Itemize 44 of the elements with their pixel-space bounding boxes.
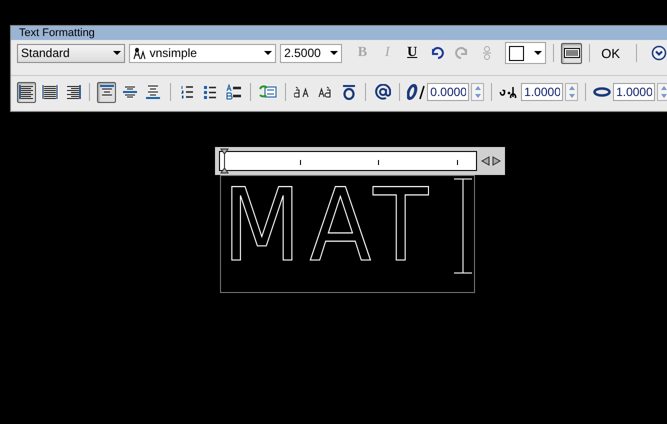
lettered-list-icon (226, 84, 242, 100)
overline-icon (342, 84, 356, 100)
spinner-button[interactable] (657, 83, 667, 101)
symbol-icon (374, 84, 391, 100)
spinner-button[interactable] (471, 83, 484, 101)
font-dropdown[interactable]: vnsimple (128, 44, 276, 62)
indent-marker-icon[interactable] (220, 148, 229, 174)
oblique-angle-icon (407, 84, 426, 100)
ruler[interactable] (219, 151, 477, 171)
width-factor-field[interactable]: 1.0000 (613, 83, 656, 101)
ok-button[interactable]: OK (597, 46, 624, 60)
stack-icon (482, 45, 492, 61)
drawing-text: MAT (223, 176, 438, 277)
resize-arrows-icon[interactable] (480, 156, 502, 166)
lettered-list-button[interactable] (224, 82, 244, 102)
undo-icon (430, 47, 444, 59)
vertical-align-icon (145, 85, 162, 99)
align-icon (18, 85, 35, 99)
align-icon (42, 85, 58, 99)
text-height-dropdown[interactable]: 2.5000 (280, 44, 342, 62)
align-icon (64, 85, 81, 99)
ruler-button[interactable] (561, 42, 582, 64)
color-dropdown[interactable] (505, 42, 546, 64)
redo-icon (455, 47, 470, 59)
symbol-button[interactable] (373, 82, 392, 102)
style-dropdown[interactable]: Standard (17, 44, 125, 62)
window-title: Text Formatting (11, 26, 667, 40)
tracking-field[interactable]: 1.0000 (521, 83, 564, 101)
bullets-icon (203, 85, 218, 99)
align-button[interactable] (17, 82, 36, 102)
underline-button[interactable]: U (402, 42, 423, 64)
oblique-angle-field[interactable]: 0.0000 (427, 83, 470, 101)
spinner-button[interactable] (565, 83, 578, 101)
width-factor-icon (593, 87, 612, 97)
vertical-align-button[interactable] (97, 82, 116, 102)
uppercase-icon (294, 86, 310, 98)
insert-field-icon (258, 85, 277, 99)
font-icon (132, 46, 147, 60)
ruler-icon (564, 48, 580, 58)
text-editor[interactable]: MAT (220, 175, 475, 293)
text-cursor-icon (453, 178, 473, 274)
options-icon (651, 45, 667, 61)
vertical-align-icon (122, 85, 138, 99)
numbering-icon (180, 85, 194, 99)
